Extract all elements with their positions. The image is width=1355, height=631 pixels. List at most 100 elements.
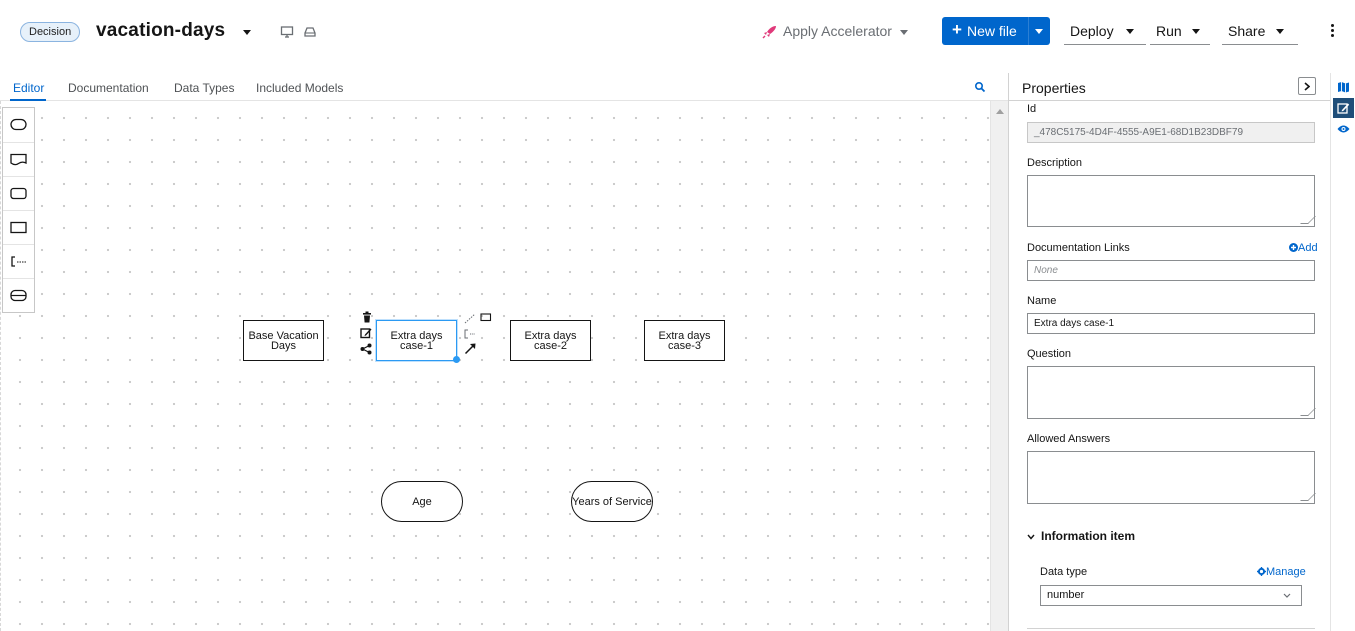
id-label: Id bbox=[1027, 103, 1037, 115]
canvas-scrollbar[interactable] bbox=[990, 101, 1008, 631]
tab-included-models[interactable]: Included Models bbox=[256, 81, 343, 95]
tab-data-types[interactable]: Data Types bbox=[174, 81, 234, 95]
palette-knowledge-source[interactable] bbox=[3, 142, 34, 176]
top-header: Decision vacation-days Apply Accelerator… bbox=[0, 0, 1355, 64]
description-textarea[interactable] bbox=[1027, 175, 1315, 227]
delete-icon[interactable] bbox=[361, 311, 373, 323]
palette-business-knowledge-model[interactable] bbox=[3, 176, 34, 210]
plus-icon: + bbox=[952, 20, 962, 39]
association-connector-icon[interactable] bbox=[464, 312, 492, 324]
input-data-icon bbox=[10, 118, 27, 131]
node-label: Years of Service bbox=[572, 495, 652, 508]
node-label: Extra days case-3 bbox=[658, 329, 711, 352]
input-data-node-years-of-service[interactable]: Years of Service bbox=[571, 481, 653, 522]
text-annotation-icon bbox=[11, 256, 26, 267]
share-label: Share bbox=[1228, 23, 1266, 39]
diagram-canvas[interactable] bbox=[0, 101, 990, 631]
manage-label: Manage bbox=[1266, 566, 1306, 578]
file-menu-chevron-down-icon[interactable] bbox=[243, 30, 251, 35]
decision-node-extra-days-case-3[interactable]: Extra days case-3 bbox=[644, 320, 725, 361]
decision-service-icon bbox=[10, 289, 27, 302]
description-label: Description bbox=[1027, 157, 1083, 169]
edit-properties-icon bbox=[1337, 103, 1350, 114]
resize-handle[interactable] bbox=[453, 356, 460, 363]
decision-node-base-vacation-days[interactable]: Base Vacation Days bbox=[243, 320, 324, 361]
preview-button[interactable] bbox=[1333, 120, 1354, 140]
desktop-icon[interactable] bbox=[280, 25, 294, 39]
right-side-rail bbox=[1330, 73, 1355, 631]
node-label: Base Vacation Days bbox=[248, 329, 319, 352]
properties-toggle-button[interactable] bbox=[1333, 98, 1354, 118]
text-annotation-connector-icon[interactable] bbox=[464, 329, 476, 339]
allowed-answers-label: Allowed Answers bbox=[1027, 433, 1111, 445]
drive-icon[interactable] bbox=[303, 25, 317, 39]
node-label: Extra days case-1 bbox=[390, 329, 443, 352]
eye-icon bbox=[1337, 125, 1350, 133]
tab-editor[interactable]: Editor bbox=[13, 81, 44, 95]
bkm-icon bbox=[10, 187, 27, 200]
name-input[interactable]: Extra days case-1 bbox=[1027, 313, 1315, 334]
section-divider bbox=[1027, 628, 1315, 629]
information-item-label: Information item bbox=[1041, 529, 1136, 543]
documentation-links-label: Documentation Links bbox=[1027, 242, 1130, 254]
add-label: Add bbox=[1298, 242, 1318, 254]
share-dropdown[interactable]: Share bbox=[1222, 17, 1298, 45]
share-chevron-down-icon bbox=[1276, 29, 1284, 34]
question-label: Question bbox=[1027, 348, 1072, 360]
apply-accelerator-button[interactable]: Apply Accelerator bbox=[783, 23, 892, 39]
gear-icon bbox=[1257, 567, 1266, 576]
knowledge-source-icon bbox=[10, 153, 27, 166]
collapse-panel-button[interactable] bbox=[1298, 77, 1316, 95]
information-requirement-arrow-icon[interactable] bbox=[464, 343, 476, 355]
decision-icon bbox=[10, 221, 27, 234]
palette-decision[interactable] bbox=[3, 210, 34, 244]
chevron-down-icon bbox=[1027, 534, 1035, 540]
input-data-node-age[interactable]: Age bbox=[381, 481, 463, 522]
question-textarea[interactable] bbox=[1027, 366, 1315, 419]
new-file-chevron-down-icon[interactable] bbox=[1035, 29, 1043, 34]
share-node-icon[interactable] bbox=[360, 343, 372, 355]
explore-diagram-button[interactable] bbox=[1333, 77, 1354, 97]
data-type-label: Data type bbox=[1040, 566, 1088, 578]
properties-title: Properties bbox=[1022, 80, 1086, 96]
properties-panel: Properties Id _478C5175-4D4F-4555-A9E1-6… bbox=[1008, 73, 1330, 631]
add-documentation-link-button[interactable]: Add bbox=[1289, 242, 1318, 254]
palette-decision-service[interactable] bbox=[3, 278, 34, 312]
tab-documentation[interactable]: Documentation bbox=[68, 81, 149, 95]
select-chevron-down-icon bbox=[1283, 593, 1291, 598]
palette-input-data[interactable] bbox=[3, 108, 34, 142]
manage-data-types-button[interactable]: Manage bbox=[1257, 566, 1306, 578]
properties-header: Properties bbox=[1009, 73, 1330, 101]
kebab-menu-icon[interactable] bbox=[1326, 22, 1338, 42]
palette-text-annotation[interactable] bbox=[3, 244, 34, 278]
search-icon[interactable] bbox=[974, 81, 986, 93]
map-icon bbox=[1338, 82, 1349, 93]
deploy-chevron-down-icon bbox=[1126, 29, 1134, 34]
edit-icon[interactable] bbox=[360, 327, 372, 339]
accelerator-chevron-down-icon[interactable] bbox=[900, 30, 908, 35]
chevron-right-icon bbox=[1304, 82, 1310, 91]
decision-node-extra-days-case-1[interactable]: Extra days case-1 bbox=[376, 320, 457, 361]
new-file-label: New file bbox=[967, 23, 1017, 39]
node-label: Age bbox=[412, 495, 432, 508]
data-type-select[interactable]: number bbox=[1040, 585, 1302, 606]
scroll-up-icon[interactable] bbox=[996, 109, 1004, 114]
deploy-label: Deploy bbox=[1070, 23, 1114, 39]
plus-circle-icon bbox=[1289, 243, 1298, 252]
deploy-dropdown[interactable]: Deploy bbox=[1064, 17, 1146, 45]
file-name-title[interactable]: vacation-days bbox=[96, 20, 225, 42]
decision-node-extra-days-case-2[interactable]: Extra days case-2 bbox=[510, 320, 591, 361]
information-item-section-toggle[interactable]: Information item bbox=[1027, 529, 1135, 543]
editor-tabs: Editor Documentation Data Types Included… bbox=[0, 73, 1008, 101]
new-file-button[interactable]: + New file bbox=[942, 17, 1050, 45]
data-type-value: number bbox=[1047, 589, 1085, 601]
documentation-links-field[interactable]: None bbox=[1027, 260, 1315, 281]
rocket-icon bbox=[762, 26, 776, 39]
run-dropdown[interactable]: Run bbox=[1150, 17, 1210, 45]
run-chevron-down-icon bbox=[1192, 29, 1200, 34]
node-label: Extra days case-2 bbox=[524, 329, 577, 352]
id-field: _478C5175-4D4F-4555-A9E1-68D1B23DBF79 bbox=[1027, 122, 1315, 143]
model-type-badge: Decision bbox=[20, 22, 81, 42]
node-palette bbox=[2, 107, 35, 313]
allowed-answers-textarea[interactable] bbox=[1027, 451, 1315, 504]
